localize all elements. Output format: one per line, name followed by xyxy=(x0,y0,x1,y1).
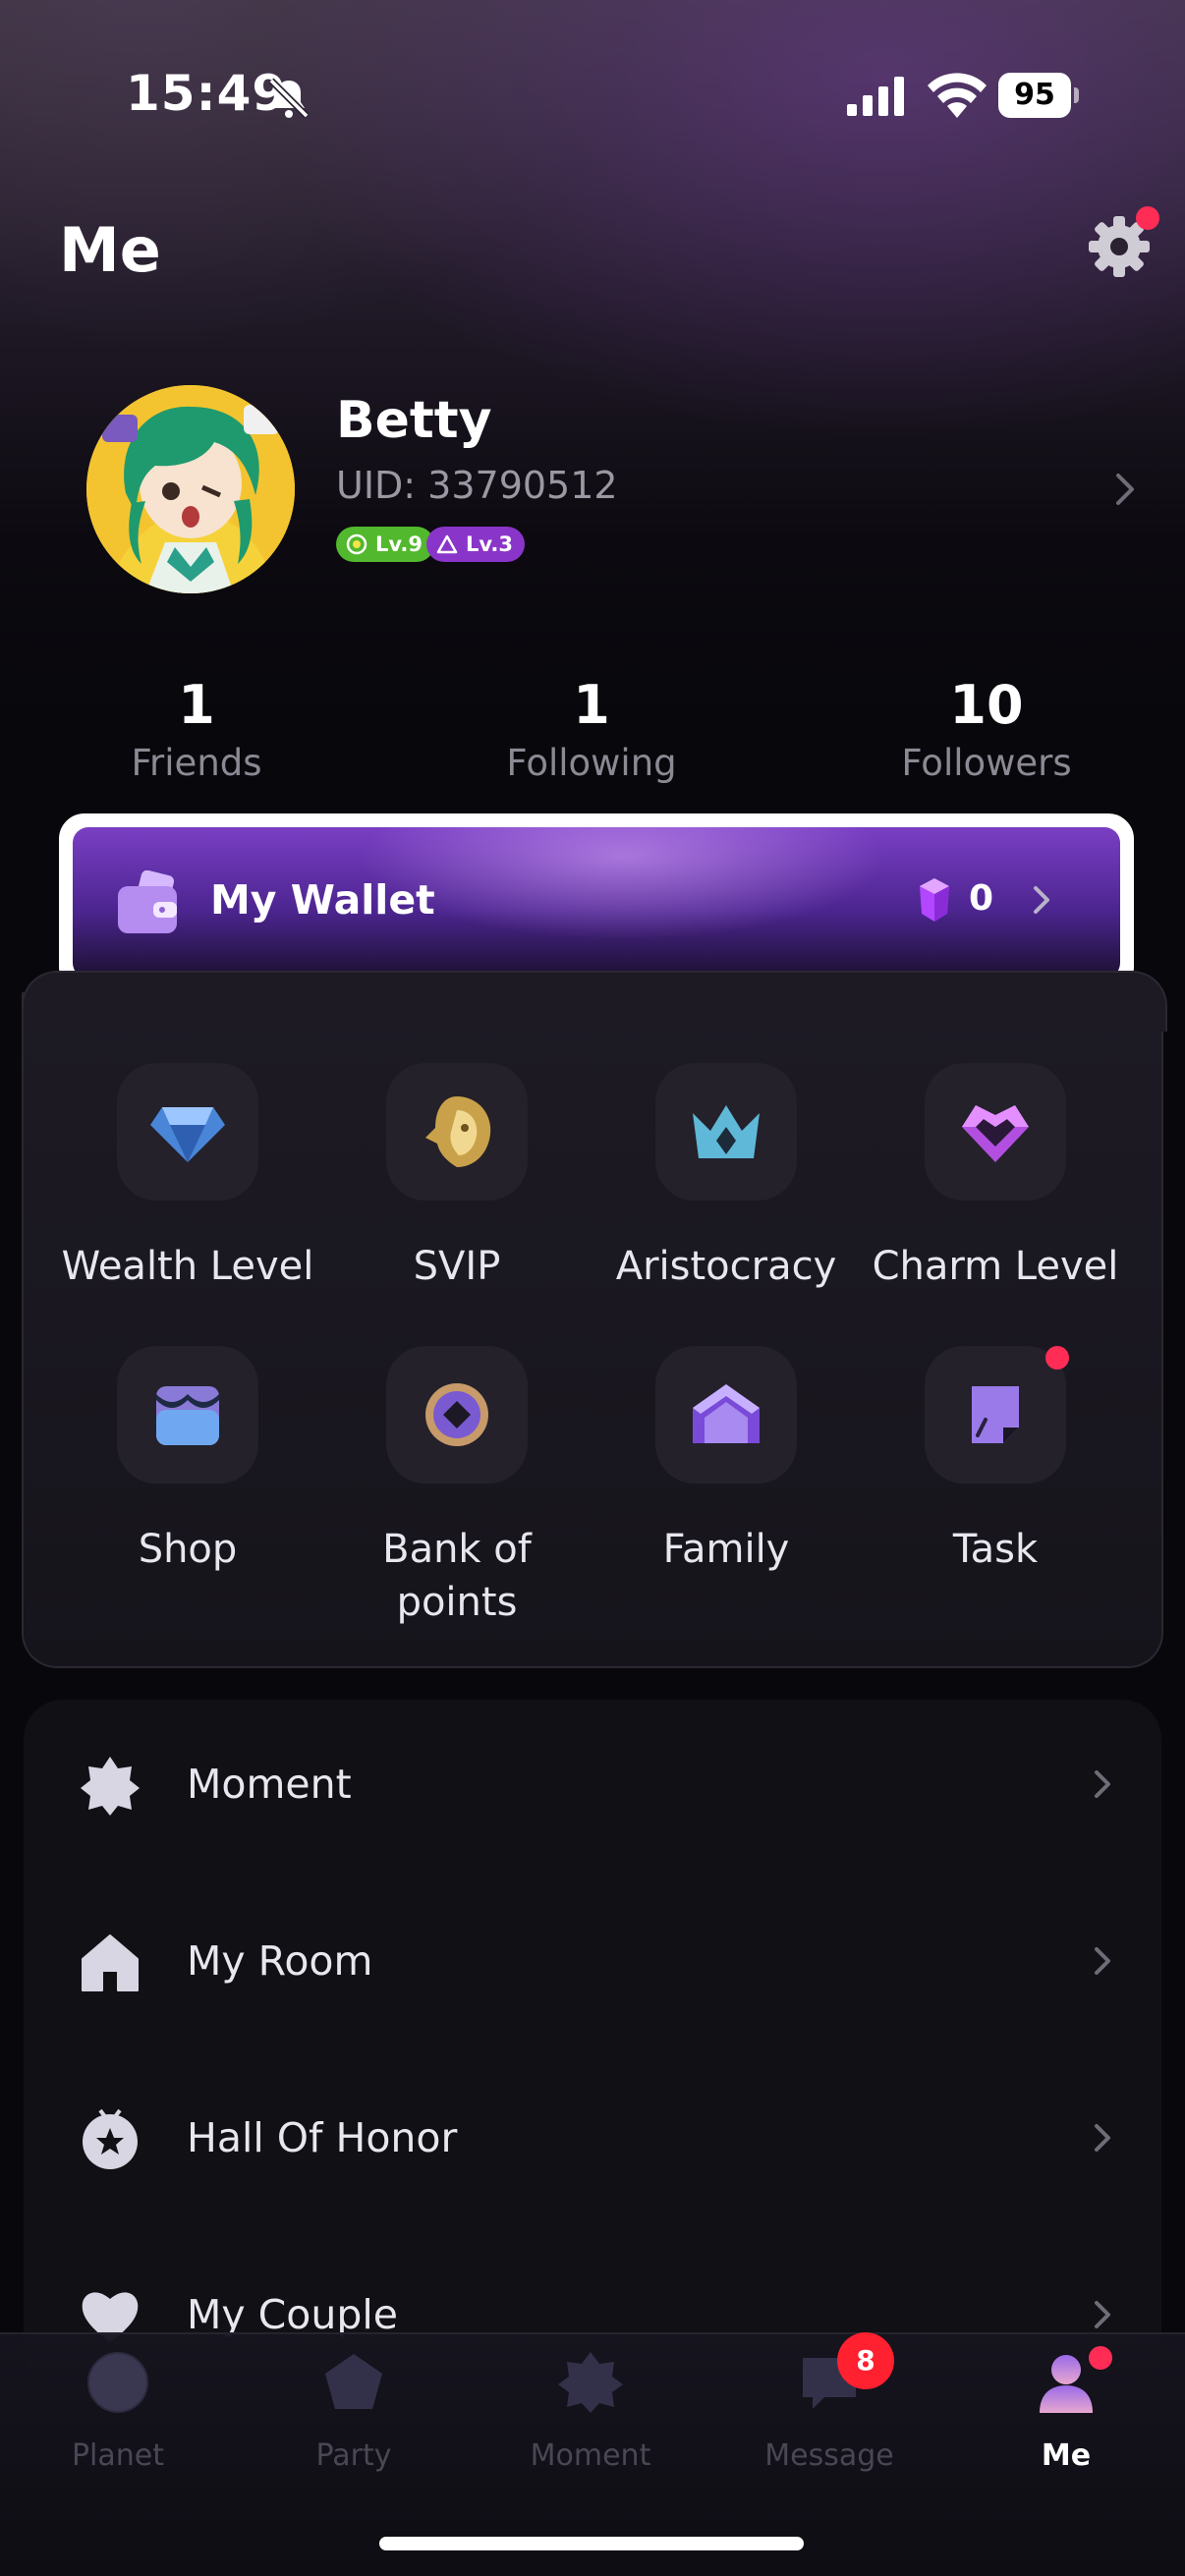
star-badge-icon xyxy=(558,2352,623,2413)
wallet-icon xyxy=(118,870,177,933)
wifi-icon xyxy=(928,73,987,118)
star-badge-icon xyxy=(81,1757,140,1816)
status-time: 15:49 xyxy=(126,65,288,122)
menu-item-my-room[interactable]: My Room xyxy=(24,1875,1161,2051)
avatar-image xyxy=(86,385,295,593)
stat-friends[interactable]: 1 Friends xyxy=(49,674,344,784)
home-indicator[interactable] xyxy=(379,2537,804,2550)
stat-value: 10 xyxy=(949,674,1024,736)
wealth-level-text: Lv.9 xyxy=(375,532,423,556)
wallet-label: My Wallet xyxy=(210,876,435,924)
feature-label: Task xyxy=(952,1527,1039,1572)
menu-item-label: Hall Of Honor xyxy=(187,2114,458,2161)
stat-label: Followers xyxy=(901,742,1072,784)
chevron-right-icon xyxy=(1034,886,1049,914)
shop-icon xyxy=(156,1386,219,1445)
heart-gem-icon xyxy=(962,1105,1029,1162)
feature-label: Aristocracy xyxy=(615,1244,837,1289)
task-notification-dot xyxy=(1045,1346,1069,1370)
message-count-badge: 8 xyxy=(837,2332,894,2389)
bell-muted-icon xyxy=(268,78,310,119)
task-note-icon xyxy=(972,1386,1019,1443)
tab-me[interactable]: Me xyxy=(948,2348,1184,2473)
charm-level-text: Lv.3 xyxy=(466,532,513,556)
user-uid: UID: 33790512 xyxy=(336,464,618,507)
feature-shop[interactable]: Shop xyxy=(53,1346,322,1576)
chevron-right-icon xyxy=(1095,1770,1110,1798)
menu-item-label: My Room xyxy=(187,1937,373,1985)
coin-badge-icon xyxy=(346,533,367,555)
tab-label: Party xyxy=(315,2438,392,2473)
tab-label: Moment xyxy=(530,2438,651,2473)
menu-item-moment[interactable]: Moment xyxy=(24,1698,1161,1875)
tab-planet[interactable]: Planet xyxy=(0,2348,236,2473)
gem-icon xyxy=(920,878,949,922)
triangle-badge-icon xyxy=(436,534,458,554)
stat-followers[interactable]: 10 Followers xyxy=(839,674,1134,784)
medal-icon xyxy=(83,2108,138,2169)
feature-task[interactable]: Task xyxy=(861,1346,1130,1576)
signal-icon xyxy=(847,77,904,116)
stat-label: Friends xyxy=(131,742,262,784)
pentagon-icon xyxy=(325,2354,382,2409)
menu-item-label: My Couple xyxy=(187,2291,399,2338)
battery-indicator: 95 xyxy=(998,73,1079,118)
feature-label: Charm Level xyxy=(872,1244,1119,1289)
wallet-highlight-frame: My Wallet 0 xyxy=(59,813,1134,992)
stat-value: 1 xyxy=(178,674,215,736)
user-name: Betty xyxy=(336,391,492,450)
feature-label: SVIP xyxy=(413,1244,501,1289)
chevron-right-icon xyxy=(1095,2124,1110,2152)
family-house-icon xyxy=(693,1384,760,1443)
charm-level-badge: Lv.3 xyxy=(426,527,525,562)
wallet-amount: 0 xyxy=(969,878,994,919)
stat-value: 1 xyxy=(573,674,610,736)
lion-icon xyxy=(425,1096,491,1167)
wealth-level-badge: Lv.9 xyxy=(336,527,434,562)
feature-label: Wealth Level xyxy=(61,1244,314,1289)
battery-level: 95 xyxy=(998,73,1071,118)
feature-label: Family xyxy=(662,1527,790,1572)
page-title: Me xyxy=(59,214,161,286)
feature-label: Bank of points xyxy=(382,1527,532,1625)
menu-item-hall-of-honor[interactable]: Hall Of Honor xyxy=(24,2051,1161,2228)
tab-label: Message xyxy=(764,2438,894,2473)
chevron-right-icon[interactable] xyxy=(1110,470,1140,509)
coin-icon xyxy=(425,1383,488,1446)
settings-notification-dot xyxy=(1136,206,1159,230)
feature-aristocracy[interactable]: Aristocracy xyxy=(592,1063,861,1293)
stat-following[interactable]: 1 Following xyxy=(444,674,739,784)
tab-label: Planet xyxy=(71,2438,165,2473)
chevron-right-icon xyxy=(1095,2301,1110,2328)
me-notification-dot xyxy=(1089,2346,1112,2370)
feature-bank-of-points[interactable]: Bank of points xyxy=(322,1346,592,1629)
chevron-right-icon xyxy=(1095,1947,1110,1975)
crown-icon xyxy=(693,1105,760,1158)
stat-label: Following xyxy=(506,742,677,784)
home-icon xyxy=(82,1934,139,1991)
tab-label: Me xyxy=(1041,2438,1092,2473)
feature-charm-level[interactable]: Charm Level xyxy=(861,1063,1130,1293)
feature-svip[interactable]: SVIP xyxy=(322,1063,592,1293)
tab-moment[interactable]: Moment xyxy=(473,2348,708,2473)
menu-item-label: Moment xyxy=(187,1761,352,1808)
diamond-icon xyxy=(150,1107,225,1162)
planet-icon xyxy=(87,2352,148,2413)
feature-wealth-level[interactable]: Wealth Level xyxy=(53,1063,322,1293)
avatar[interactable] xyxy=(86,385,295,593)
feature-label: Shop xyxy=(138,1527,238,1572)
tab-message[interactable]: Message xyxy=(711,2348,947,2473)
tab-party[interactable]: Party xyxy=(236,2348,472,2473)
wallet-button[interactable]: My Wallet 0 xyxy=(73,827,1120,979)
feature-family[interactable]: Family xyxy=(592,1346,861,1576)
